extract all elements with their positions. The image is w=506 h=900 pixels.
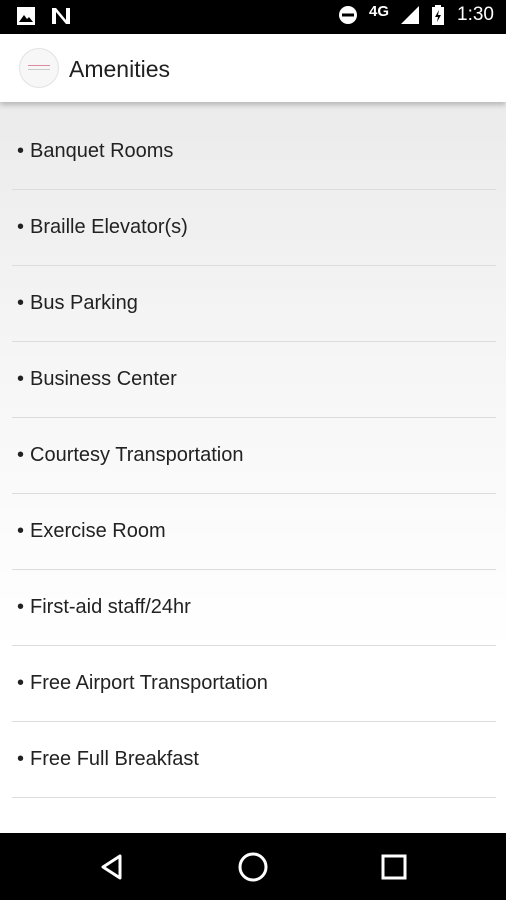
- bullet: •: [17, 368, 25, 390]
- clock: 1:30: [457, 4, 494, 25]
- status-bar: 4G 1:30: [0, 0, 506, 34]
- bullet: •: [17, 140, 25, 162]
- home-icon[interactable]: [236, 850, 270, 884]
- amenity-label: Courtesy Transportation: [30, 444, 244, 466]
- list-item: • Bus Parking: [12, 266, 496, 342]
- navigation-bar: [0, 833, 506, 900]
- do-not-disturb-icon: [337, 4, 359, 26]
- amenity-label: Free Airport Transportation: [30, 672, 268, 694]
- back-icon[interactable]: [96, 850, 130, 884]
- bullet: •: [17, 292, 25, 314]
- bullet: •: [17, 672, 25, 694]
- list-item: • Free Full Breakfast: [12, 722, 496, 798]
- list-item: • Free Airport Transportation: [12, 646, 496, 722]
- amenity-label: Exercise Room: [30, 520, 166, 542]
- recents-icon[interactable]: [377, 850, 411, 884]
- image-icon: [16, 6, 36, 26]
- battery-icon: [431, 4, 445, 26]
- amenities-content: • Banquet Rooms • Braille Elevator(s) • …: [0, 102, 506, 833]
- list-item: • Business Center: [12, 342, 496, 418]
- list-item: • Exercise Room: [12, 494, 496, 570]
- list-item: • Courtesy Transportation: [12, 418, 496, 494]
- amenity-label: Banquet Rooms: [30, 140, 174, 162]
- amenities-list: • Banquet Rooms • Braille Elevator(s) • …: [12, 114, 496, 798]
- signal-icon: [399, 4, 421, 26]
- bullet: •: [17, 444, 25, 466]
- page-title: Amenities: [69, 56, 170, 82]
- bullet: •: [17, 596, 25, 618]
- status-left-icons: [16, 6, 72, 26]
- list-item: • Banquet Rooms: [12, 114, 496, 190]
- status-right-icons: 4G 1:30: [337, 2, 494, 26]
- amenity-label: Free Full Breakfast: [30, 748, 199, 770]
- bullet: •: [17, 748, 25, 770]
- n-app-icon: [50, 6, 72, 26]
- network-type: 4G: [369, 2, 390, 20]
- amenity-label: Business Center: [30, 368, 177, 390]
- bullet: •: [17, 216, 25, 238]
- list-item: • Braille Elevator(s): [12, 190, 496, 266]
- app-bar: Amenities: [0, 34, 506, 102]
- hotel-logo-icon: [19, 48, 59, 88]
- bullet: •: [17, 520, 25, 542]
- amenity-label: First-aid staff/24hr: [30, 596, 191, 618]
- amenity-label: Bus Parking: [30, 292, 138, 314]
- amenity-label: Braille Elevator(s): [30, 216, 188, 238]
- list-item: • First-aid staff/24hr: [12, 570, 496, 646]
